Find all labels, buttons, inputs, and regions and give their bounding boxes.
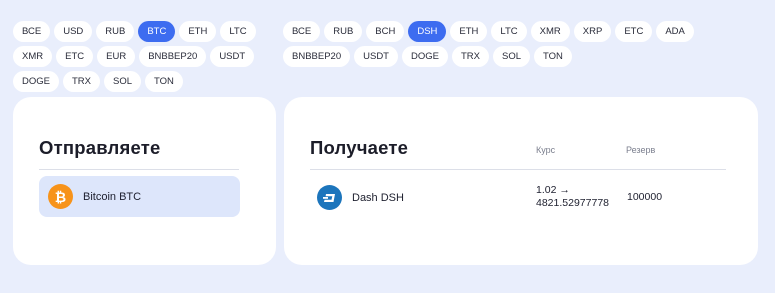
receive-filter-chip-usdt[interactable]: USDT xyxy=(354,46,398,67)
receive-filter-chip-etc[interactable]: ETC xyxy=(615,21,653,42)
send-filter-chip-все[interactable]: ВСЕ xyxy=(13,21,51,42)
send-filter-chip-eth[interactable]: ETH xyxy=(179,21,217,42)
send-filter-chip-usd[interactable]: USD xyxy=(54,21,93,42)
receive-filter-chip-sol[interactable]: SOL xyxy=(492,46,530,67)
reserve-value: 100000 xyxy=(627,191,663,203)
send-filter-chip-trx[interactable]: TRX xyxy=(62,71,100,92)
receive-divider xyxy=(310,169,726,170)
receive-filter-chip-xrp[interactable]: XRP xyxy=(573,21,612,42)
receive-filter-chip-dsh[interactable]: DSH xyxy=(408,21,447,42)
receive-panel-title: Получаете xyxy=(310,137,409,158)
send-panel-title: Отправляете xyxy=(39,137,161,158)
send-currency-filters: ВСЕ USD RUB BTC ETH LTC XMR ETC EUR BNBBEP20 USDT D… xyxy=(13,21,275,92)
receive-filter-chip-bnbbep20[interactable]: BNBBEP20 xyxy=(283,46,351,67)
receive-filter-chip-ltc[interactable]: LTC xyxy=(491,21,527,42)
dash-glyph-icon xyxy=(322,193,335,202)
receive-filter-chip-rub[interactable]: RUB xyxy=(324,21,363,42)
bitcoin-icon: ₿ xyxy=(48,184,73,209)
send-filter-chip-sol[interactable]: SOL xyxy=(103,71,141,92)
send-currency-name: Bitcoin BTC xyxy=(83,190,142,203)
send-filter-chip-ltc[interactable]: LTC xyxy=(220,21,256,42)
selected-send-currency[interactable]: ₿ Bitcoin BTC xyxy=(39,176,240,217)
send-filter-chip-rub[interactable]: RUB xyxy=(96,21,135,42)
send-filter-chip-etc[interactable]: ETC xyxy=(56,46,94,67)
receive-currency-name: Dash DSH xyxy=(352,191,404,204)
receive-filter-chip-doge[interactable]: DOGE xyxy=(402,46,448,67)
receive-currency-filters: ВСЕ RUB BCH DSH ETH LTC XMR XRP ETC ADA BNBBEP20 US… xyxy=(283,21,763,67)
receive-filter-chip-все[interactable]: ВСЕ xyxy=(283,21,321,42)
send-panel: Отправляете ₿ Bitcoin BTC xyxy=(13,97,276,265)
send-filter-chip-bnbbep20[interactable]: BNBBEP20 xyxy=(139,46,207,67)
send-filter-chip-btc[interactable]: BTC xyxy=(138,21,176,42)
receive-filter-chip-eth[interactable]: ETH xyxy=(450,21,488,42)
dash-icon xyxy=(317,185,342,210)
receive-filter-chip-trx[interactable]: TRX xyxy=(451,46,489,67)
receive-filter-chip-ton[interactable]: TON xyxy=(534,46,572,67)
reserve-column-header: Резерв xyxy=(626,145,656,155)
receive-filter-chip-xmr[interactable]: XMR xyxy=(530,21,570,42)
receive-currency-row[interactable]: Dash DSH xyxy=(317,185,404,210)
send-filter-chip-eur[interactable]: EUR xyxy=(97,46,136,67)
send-filter-chip-xmr[interactable]: XMR xyxy=(13,46,53,67)
send-filter-chip-usdt[interactable]: USDT xyxy=(210,46,255,67)
receive-panel: Получаете Курс Резерв Dash DSH 1.02 → 48… xyxy=(284,97,758,265)
rate-column-header: Курс xyxy=(536,145,556,155)
receive-filter-chip-ada[interactable]: ADA xyxy=(656,21,694,42)
send-filter-chip-doge[interactable]: DOGE xyxy=(13,71,59,92)
send-filter-chip-ton[interactable]: TON xyxy=(145,71,183,92)
send-divider xyxy=(39,169,239,170)
receive-filter-chip-bch[interactable]: BCH xyxy=(366,21,405,42)
